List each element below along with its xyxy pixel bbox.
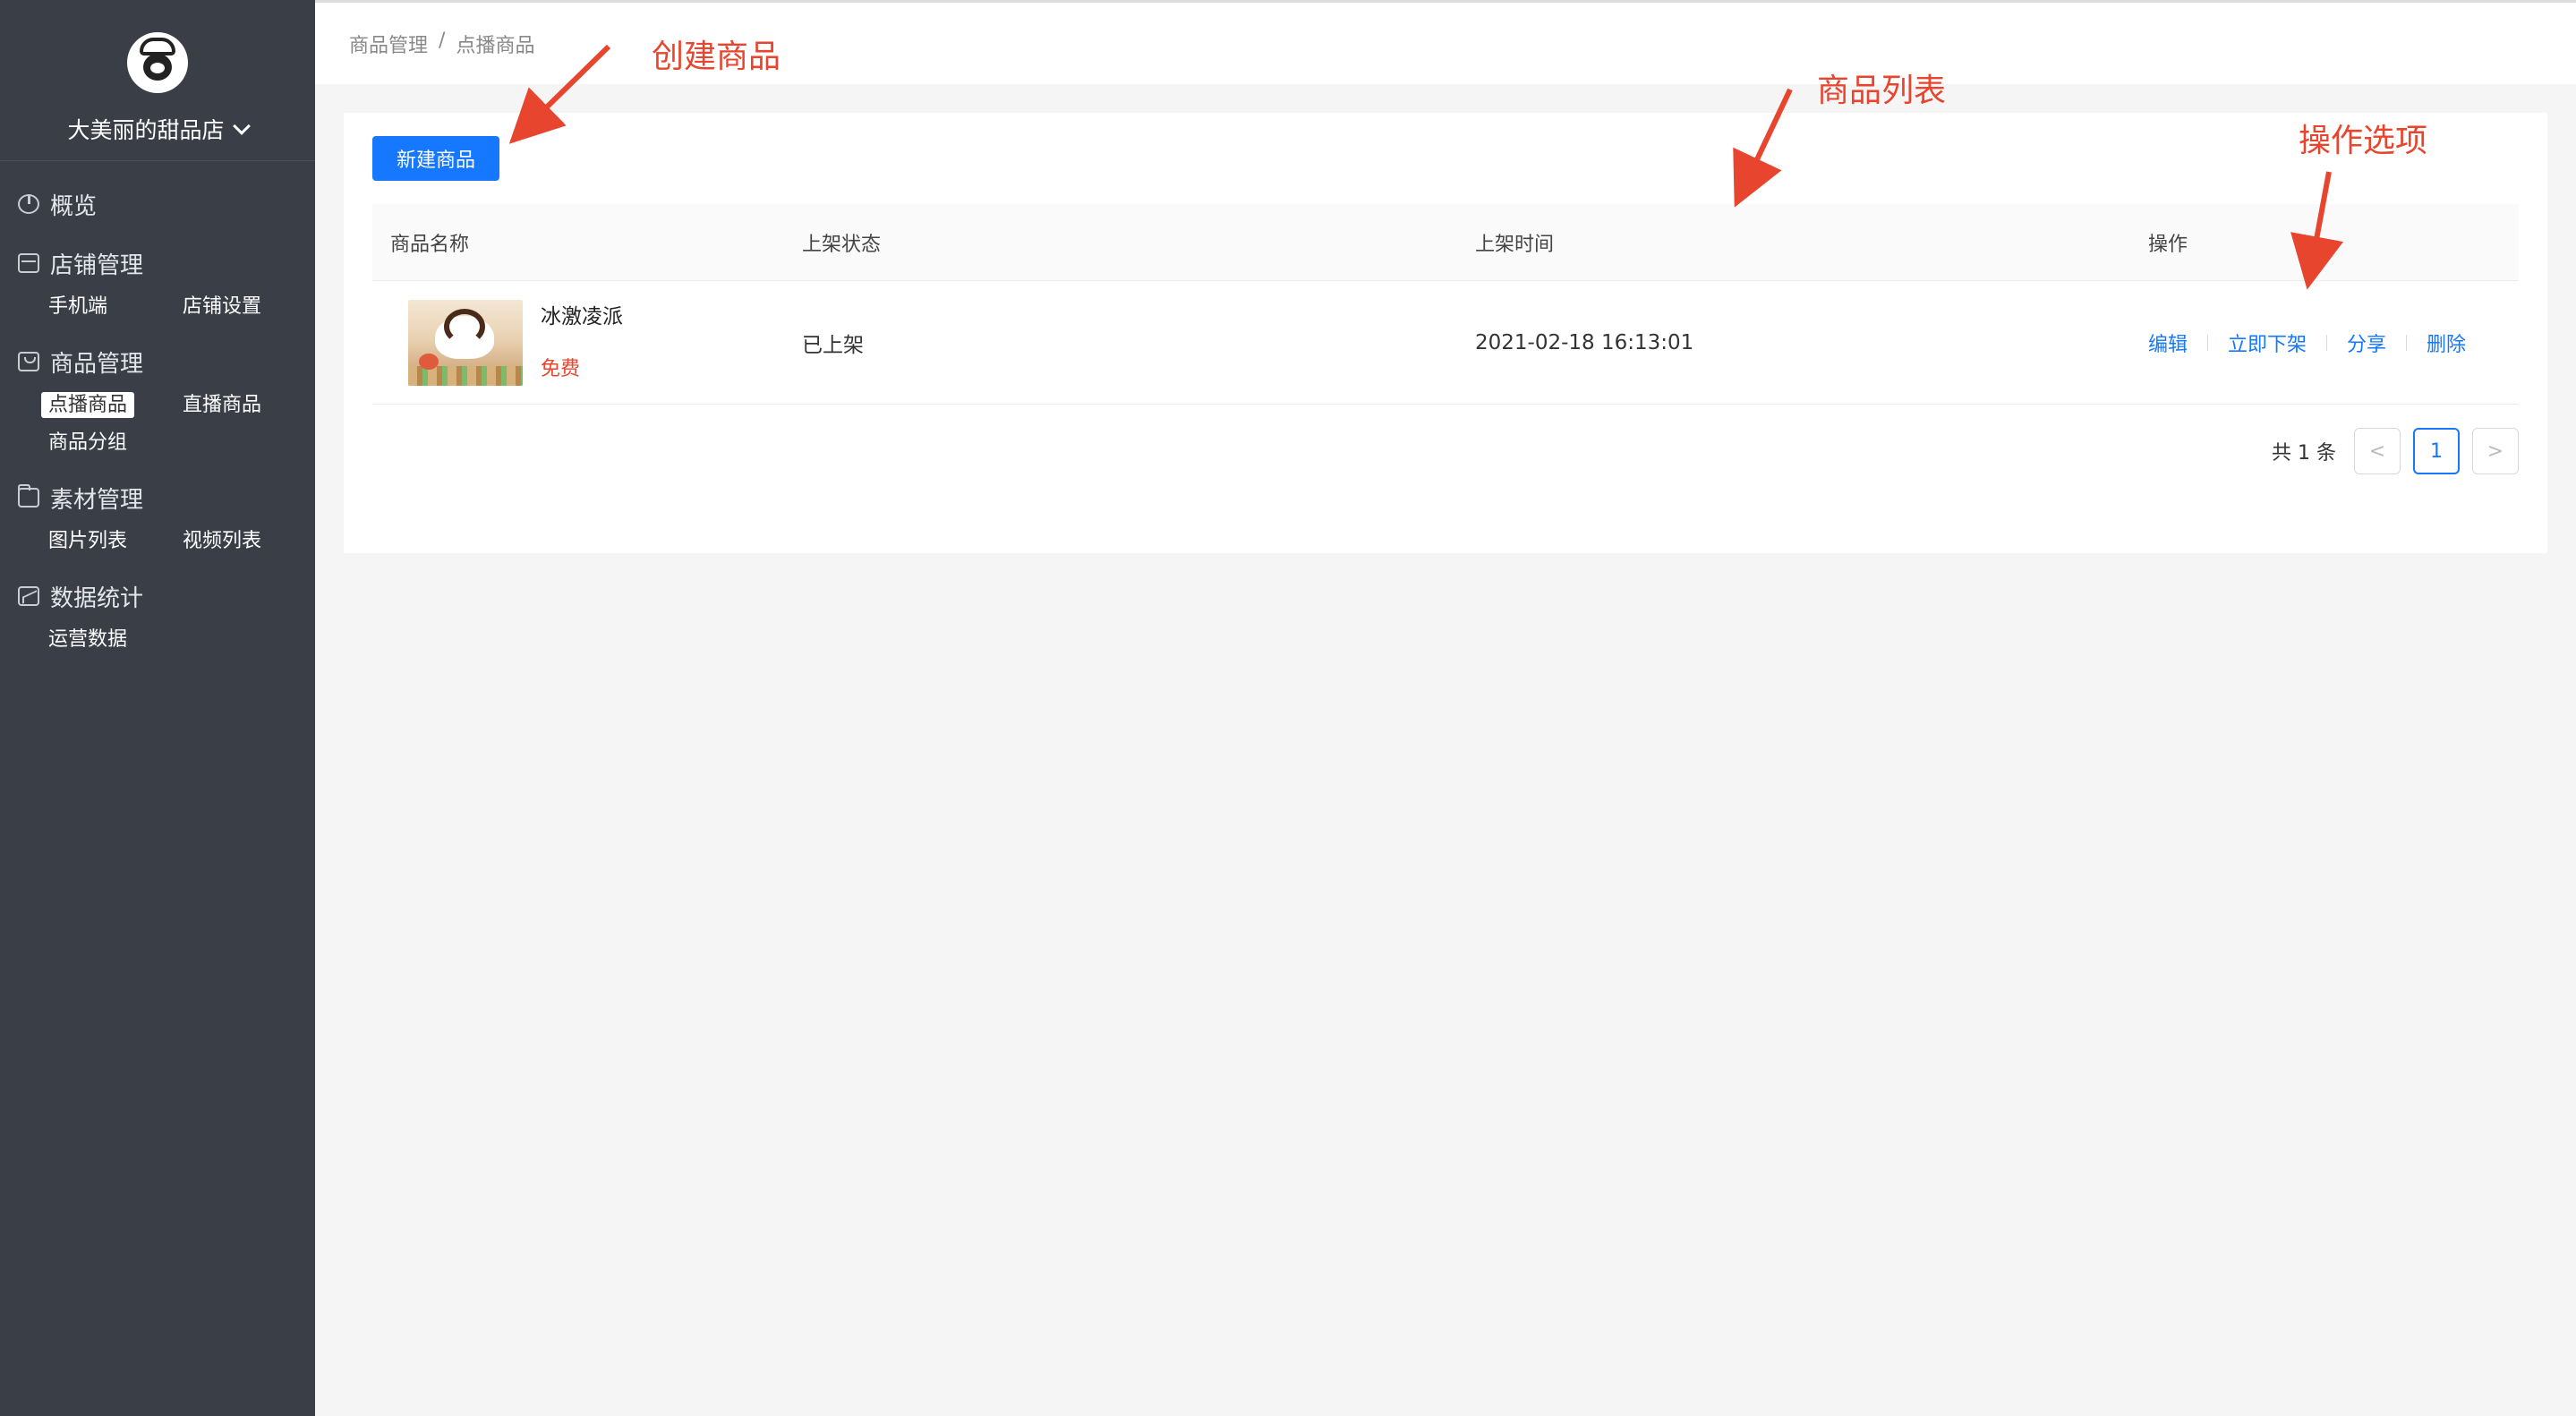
annotation-arrows [508,44,2344,290]
arrow-create [508,44,611,144]
arrow-ops [2290,171,2344,290]
arrow-list [1733,88,1793,208]
